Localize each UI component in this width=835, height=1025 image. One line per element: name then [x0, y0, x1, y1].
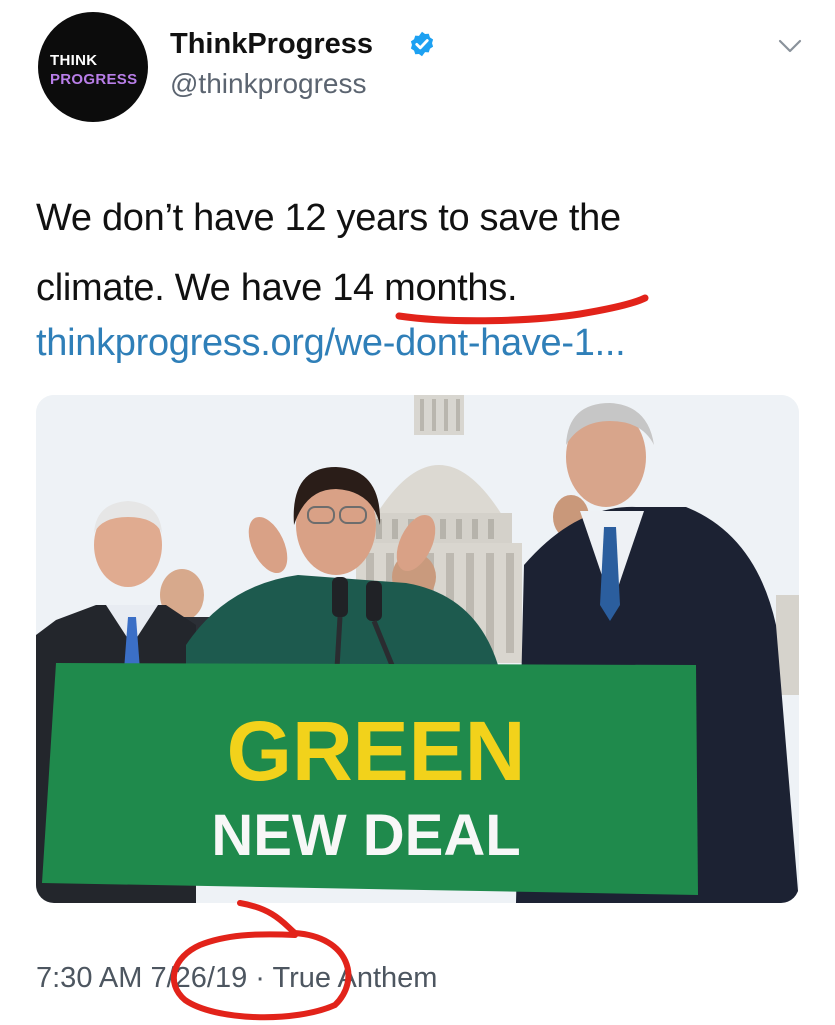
article-link[interactable]: thinkprogress.org/we-dont-have-1... — [36, 322, 626, 365]
tweet-time[interactable]: 7:30 AM — [36, 962, 142, 994]
handle[interactable]: @thinkprogress — [170, 68, 367, 100]
podium-sign: GREEN NEW DEAL — [42, 663, 698, 895]
sign-text-new-deal: NEW DEAL — [211, 803, 520, 868]
avatar[interactable]: THINK PROGRESS — [38, 12, 148, 122]
sign-text-green: GREEN — [227, 704, 526, 798]
red-circle-annotation — [170, 900, 352, 1021]
chevron-down-icon[interactable] — [778, 38, 802, 54]
avatar-logo-line2: PROGRESS — [50, 71, 138, 88]
display-name[interactable]: ThinkProgress — [170, 28, 373, 61]
tweet-card: THINK PROGRESS ThinkProgress @thinkprogr… — [0, 0, 835, 1024]
article-photo[interactable]: GREEN NEW DEAL — [36, 395, 799, 903]
tweet-text-line: We don’t have 12 years to save the — [36, 197, 621, 239]
avatar-logo-line1: THINK — [50, 52, 98, 69]
verified-badge-icon — [410, 31, 434, 57]
photo-illustration: GREEN NEW DEAL — [36, 395, 799, 903]
